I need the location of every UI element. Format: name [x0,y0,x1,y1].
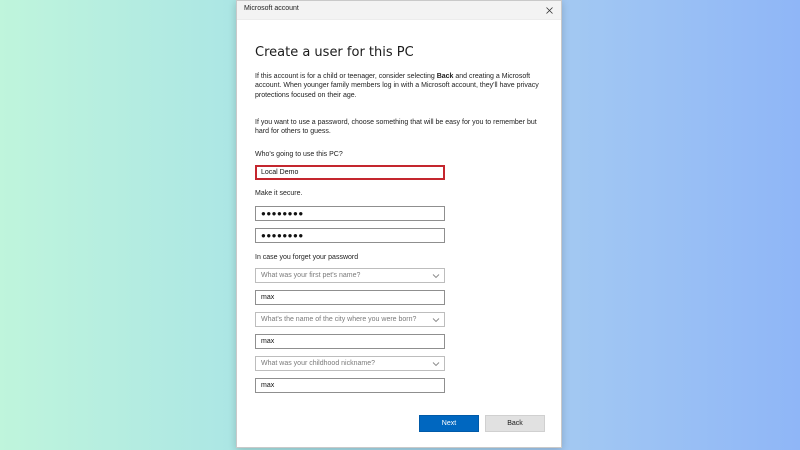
username-input[interactable]: Local Demo [255,165,445,180]
who-label: Who's going to use this PC? [255,151,343,158]
chevron-down-icon [432,318,440,323]
security-question-2-select[interactable]: What's the name of the city where you we… [255,312,445,327]
security-question-1-select[interactable]: What was your first pet's name? [255,268,445,283]
confirm-password-input[interactable]: ●●●●●●●● [255,228,445,243]
security-question-3: What was your childhood nickname? [261,360,376,367]
microsoft-account-dialog: Microsoft account Create a user for this… [236,0,562,448]
security-question-1: What was your first pet's name? [261,272,361,279]
password-input[interactable]: ●●●●●●●● [255,206,445,221]
security-question-3-select[interactable]: What was your childhood nickname? [255,356,445,371]
secure-label: Make it secure. [255,190,303,197]
security-answer-1-input[interactable]: max [255,290,445,305]
security-answer-2-input[interactable]: max [255,334,445,349]
forget-label: In case you forget your password [255,254,359,261]
next-button[interactable]: Next [419,415,479,432]
page-title: Create a user for this PC [255,45,414,60]
back-emphasis: Back [436,73,454,80]
security-answer-3-input[interactable]: max [255,378,445,393]
title-bar: Microsoft account [237,1,561,20]
window-title: Microsoft account [244,5,299,12]
close-icon [545,6,553,14]
intro-text: If this account is for a child or teenag… [255,73,539,99]
security-question-2: What's the name of the city where you we… [261,316,417,323]
chevron-down-icon [432,362,440,367]
chevron-down-icon [432,274,440,279]
password-hint: If you want to use a password, choose so… [255,119,537,136]
back-button[interactable]: Back [485,415,545,432]
close-button[interactable] [542,3,556,17]
